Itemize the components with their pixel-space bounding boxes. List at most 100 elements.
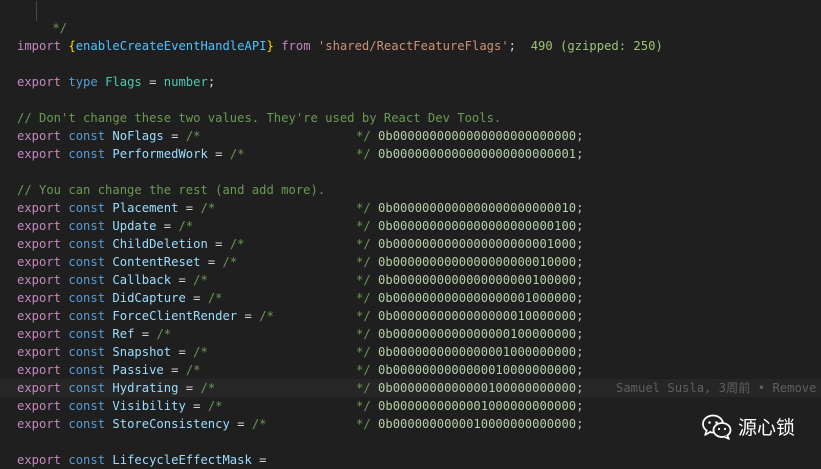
code-line: */: [17, 1, 821, 35]
flag-line: export const DidCapture = /* */ 0b0000000…: [17, 289, 821, 307]
keyword-const: const: [68, 309, 106, 323]
comment-open: /*: [251, 417, 267, 431]
comment-open: /*: [200, 381, 216, 395]
flag-value: 0b0000000000000000000100000;: [378, 273, 584, 287]
flag-line: export const Callback = /* */ 0b000000000…: [17, 271, 821, 289]
keyword-export: export: [17, 75, 62, 89]
equals: =: [193, 291, 201, 305]
equals: =: [185, 381, 194, 395]
keyword-const: const: [68, 147, 106, 161]
comment-line: // Don't change these two values. They'r…: [17, 111, 502, 125]
comment-close: */: [356, 381, 371, 395]
flag-line: export const StoreConsistency = /* */ 0b0…: [17, 415, 821, 433]
keyword-export: export: [17, 201, 62, 215]
keyword-const: const: [68, 327, 106, 341]
keyword-const: const: [68, 273, 106, 287]
flag-value-group: */ 0b0000000000000100000000000;: [356, 379, 583, 397]
flag-value: 0b0000000000000000001000000;: [378, 291, 584, 305]
flag-name: PerformedWork: [112, 147, 208, 161]
flag-value: 0b0000000000000001000000000;: [378, 345, 584, 359]
keyword-export: export: [17, 219, 62, 233]
equals: =: [207, 255, 216, 269]
comment-close: */: [356, 291, 371, 305]
flag-line: export const ChildDeletion = /* */ 0b0000…: [17, 235, 821, 253]
keyword-export: export: [17, 327, 62, 341]
comment-open: /*: [207, 399, 223, 413]
comment-close: */: [356, 237, 371, 251]
keyword-export: export: [17, 273, 62, 287]
flag-value-group: */ 0b0000000000000000000000010;: [356, 199, 583, 217]
flag-value-group: */ 0b0000000000000010000000000;: [356, 361, 583, 379]
flag-name: ContentReset: [112, 255, 201, 269]
flag-value-group: */ 0b0000000000010000000000000;: [356, 415, 583, 433]
flag-value-group: */ 0b0000000000000000010000000;: [356, 307, 583, 325]
keyword-const: const: [68, 399, 106, 413]
equals: =: [141, 327, 150, 341]
comment-close: */: [356, 219, 371, 233]
comment-open: /*: [185, 129, 201, 143]
equals: =: [185, 201, 194, 215]
keyword-type: type: [68, 75, 98, 89]
keyword-const: const: [68, 345, 106, 359]
comment-close: */: [356, 345, 371, 359]
equals: =: [178, 273, 186, 287]
comment-close: */: [356, 201, 371, 215]
comment-end: */: [52, 21, 68, 35]
flag-value: 0b0000000000001000000000000;: [378, 399, 584, 413]
comment-open: /*: [259, 309, 274, 323]
comment-open: /*: [229, 147, 245, 161]
semicolon: ;: [508, 39, 517, 53]
import-line: import {enableCreateEventHandleAPI} from…: [17, 37, 821, 55]
brace-close: }: [266, 39, 274, 53]
equals: =: [178, 345, 186, 359]
keyword-const: const: [68, 291, 106, 305]
keyword-const: const: [68, 381, 106, 395]
import-size-info: 490 (gzipped: 250): [530, 39, 663, 53]
flag-value: 0b0000000000000000000001000;: [378, 237, 584, 251]
flag-value: 0b0000000000000000100000000;: [378, 327, 584, 341]
code-editor[interactable]: */ import {enableCreateEventHandleAPI} f…: [0, 0, 821, 467]
equals: =: [215, 147, 223, 161]
equals: =: [244, 309, 252, 323]
flag-name: NoFlags: [112, 129, 164, 143]
flag-name: ForceClientRender: [112, 309, 238, 323]
comment-close: */: [356, 399, 371, 413]
flag-line: export const Passive = /* */ 0b0000000000…: [17, 361, 821, 379]
flag-value: 0b0000000000000000010000000;: [378, 309, 584, 323]
comment-open: /*: [229, 237, 245, 251]
flag-value: 0b0000000000000000000010000;: [378, 255, 584, 269]
comment-open: /*: [222, 255, 238, 269]
keyword-const: const: [68, 219, 106, 233]
comment-open: /*: [200, 201, 216, 215]
keyword-export: export: [17, 381, 62, 395]
keyword-const: const: [68, 363, 106, 377]
flag-value-group: */ 0b0000000000000001000000000;: [356, 343, 583, 361]
comment-close: */: [356, 273, 371, 287]
flag-name: DidCapture: [112, 291, 186, 305]
watermark-text: 源心锁: [737, 417, 795, 439]
equals: =: [237, 417, 245, 431]
keyword-const: const: [68, 237, 106, 251]
comment-open: /*: [193, 273, 208, 287]
flag-name: Callback: [112, 273, 172, 287]
keyword-import: import: [17, 39, 62, 53]
flag-line: export const ForceClientRender = /* */ 0b…: [17, 307, 821, 325]
keyword-export: export: [17, 237, 62, 251]
type-name: Flags: [105, 75, 142, 89]
flag-name: Snapshot: [112, 345, 172, 359]
keyword-export: export: [17, 309, 62, 323]
keyword-export: export: [17, 291, 62, 305]
keyword-export: export: [17, 147, 62, 161]
keyword-const: const: [68, 255, 106, 269]
flag-value-group: */ 0b0000000000000000100000000;: [356, 325, 583, 343]
equals: =: [171, 129, 179, 143]
flag-line: export const Hydrating = /* */ 0b00000000…: [0, 379, 821, 397]
keyword-export: export: [17, 399, 62, 413]
keyword-export: export: [17, 345, 62, 359]
watermark: 源心锁: [702, 413, 795, 440]
flag-name: Passive: [112, 363, 164, 377]
import-path: 'shared/ReactFeatureFlags': [317, 39, 509, 53]
keyword-const: const: [68, 201, 106, 215]
flag-value-group: */ 0b0000000000000000000100000;: [356, 271, 583, 289]
flag-line: export const Update = /* */ 0b00000000000…: [17, 217, 821, 235]
